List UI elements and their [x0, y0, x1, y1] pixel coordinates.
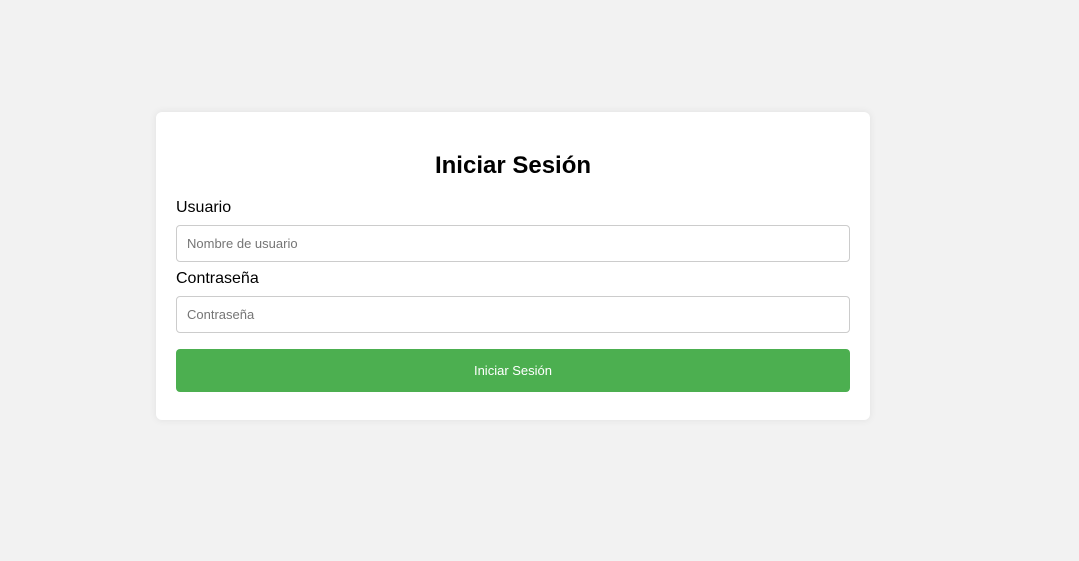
username-label: Usuario [176, 199, 232, 216]
page-title: Iniciar Sesión [434, 152, 592, 179]
username-input[interactable] [176, 225, 850, 262]
password-input[interactable] [176, 296, 850, 333]
login-card: Iniciar Sesión Usuario Contraseña Inicia… [156, 112, 870, 420]
password-label: Contraseña [176, 270, 259, 287]
login-button[interactable]: Iniciar Sesión [176, 349, 850, 392]
